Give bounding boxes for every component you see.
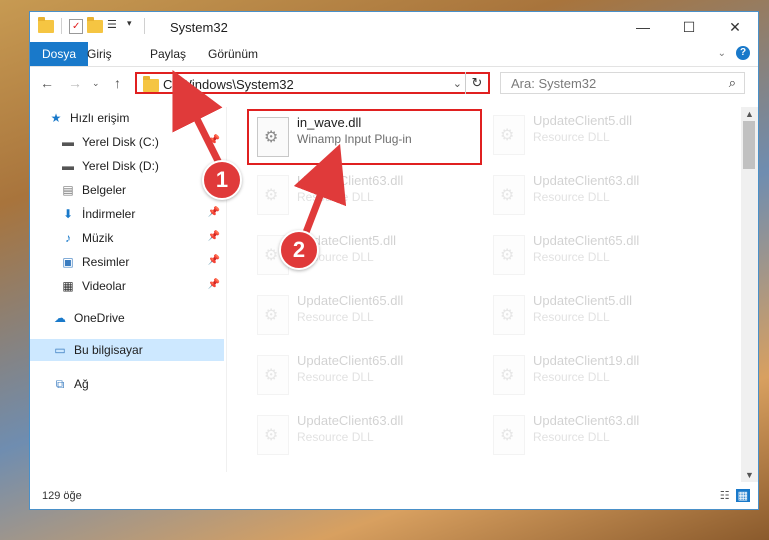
arrow-to-file	[293, 143, 347, 239]
annotation-arrows	[172, 69, 347, 239]
step-badge-2: 2	[279, 230, 319, 270]
step-badge-1: 1	[202, 160, 242, 200]
arrow-to-address-bar	[172, 69, 224, 169]
